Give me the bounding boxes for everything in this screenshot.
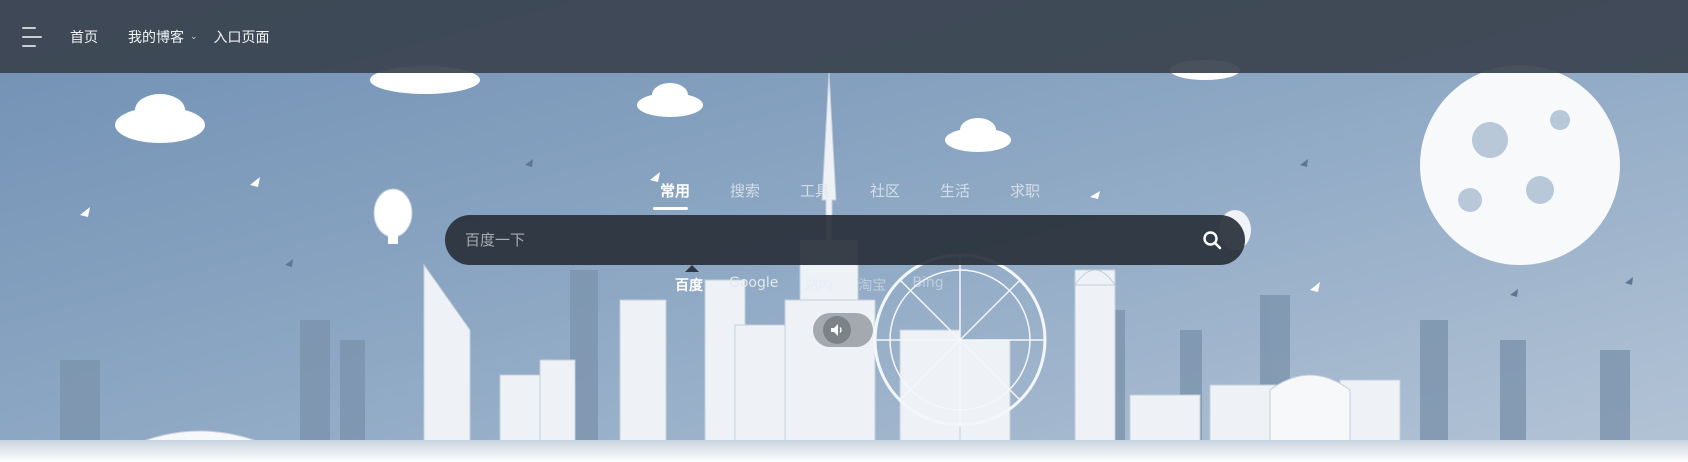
search-category-tabs: 常用 搜索 工具 社区 生活 求职 bbox=[640, 180, 1060, 210]
engine-baidu[interactable]: 百度 bbox=[675, 265, 703, 297]
speaker-icon bbox=[823, 316, 851, 344]
tab-search[interactable]: 搜索 bbox=[710, 180, 780, 210]
search-engine-list: 百度 Google 站内 淘宝 Bing bbox=[675, 265, 970, 297]
nav-item-label: 首页 bbox=[70, 29, 98, 46]
tab-jobs[interactable]: 求职 bbox=[990, 180, 1060, 210]
engine-site[interactable]: 站内 bbox=[804, 275, 832, 297]
chevron-down-icon: ⌄ bbox=[190, 31, 198, 42]
search-bar bbox=[445, 215, 1245, 265]
search-input[interactable] bbox=[465, 231, 1199, 249]
top-navigation: 首页 我的博客 ⌄ 入口页面 bbox=[0, 0, 1688, 73]
engine-bing[interactable]: Bing bbox=[912, 275, 943, 297]
menu-icon[interactable] bbox=[22, 26, 44, 47]
tab-tools[interactable]: 工具 bbox=[780, 180, 850, 210]
engine-taobao[interactable]: 淘宝 bbox=[858, 275, 886, 297]
nav-item-home[interactable]: 首页 bbox=[70, 27, 98, 47]
nav-item-label: 我的博客 bbox=[128, 29, 184, 46]
nav-item-my-blog[interactable]: 我的博客 ⌄ bbox=[128, 27, 198, 47]
tab-life[interactable]: 生活 bbox=[920, 180, 990, 210]
nav-item-entry-page[interactable]: 入口页面 bbox=[214, 27, 270, 47]
tab-community[interactable]: 社区 bbox=[850, 180, 920, 210]
tab-common[interactable]: 常用 bbox=[640, 180, 710, 210]
nav-item-label: 入口页面 bbox=[213, 29, 270, 46]
search-icon[interactable] bbox=[1199, 227, 1225, 253]
engine-google[interactable]: Google bbox=[729, 275, 778, 297]
sound-toggle[interactable] bbox=[813, 313, 873, 347]
